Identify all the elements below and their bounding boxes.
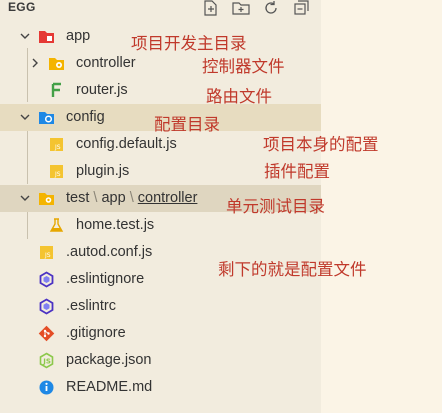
info-icon xyxy=(38,379,55,396)
svg-text:JS: JS xyxy=(42,358,51,366)
tree-label[interactable]: test xyxy=(66,190,89,206)
annotation-app: 项目开发主目录 xyxy=(131,34,247,53)
tree-label: home.test.js xyxy=(76,217,155,233)
editor-area xyxy=(321,0,442,413)
explorer-header[interactable]: EGG xyxy=(0,0,321,20)
svg-text:JS: JS xyxy=(44,252,51,259)
tree-label: app xyxy=(66,28,91,44)
tree-label: package.json xyxy=(66,352,152,368)
tree-label: README.md xyxy=(66,379,153,395)
tree-file-readme[interactable]: README.md xyxy=(0,374,321,401)
folder-config-icon xyxy=(38,109,55,126)
tree-file-package-json[interactable]: JS package.json xyxy=(0,347,321,374)
refresh-icon[interactable] xyxy=(262,0,280,16)
tree-label: plugin.js xyxy=(76,163,130,179)
annotation-controller: 控制器文件 xyxy=(202,57,285,76)
annotation-config: 配置目录 xyxy=(154,115,220,134)
nodejs-icon: JS xyxy=(38,352,55,369)
folder-test-icon xyxy=(38,190,55,207)
folder-controller-icon xyxy=(48,55,65,72)
js-file-icon: JS xyxy=(48,136,65,153)
router-file-icon xyxy=(48,82,65,99)
tree-label: .gitignore xyxy=(66,325,126,341)
tree-label-controller[interactable]: controller xyxy=(138,190,198,206)
chevron-down-icon xyxy=(18,110,32,124)
annotation-rest: 剩下的就是配置文件 xyxy=(218,260,367,279)
tree-file-eslintrc[interactable]: .eslintrc xyxy=(0,293,321,320)
annotation-router: 路由文件 xyxy=(206,87,272,106)
tree-label: .eslintignore xyxy=(66,271,145,287)
path-separator: \ xyxy=(93,190,98,206)
tree-file-router[interactable]: router.js xyxy=(0,77,321,104)
chevron-down-icon xyxy=(18,191,32,205)
new-folder-icon[interactable] xyxy=(232,0,250,16)
chevron-right-icon xyxy=(28,56,42,70)
js-file-icon: JS xyxy=(48,163,65,180)
collapse-all-icon[interactable] xyxy=(292,0,310,16)
folder-app-icon xyxy=(38,28,55,45)
tree-label: .autod.conf.js xyxy=(66,244,153,260)
tree-label: .eslintrc xyxy=(66,298,116,314)
eslint-icon xyxy=(38,298,55,315)
tree-label-app[interactable]: app xyxy=(101,190,125,206)
chevron-down-icon xyxy=(18,29,32,43)
test-file-icon xyxy=(48,217,65,234)
tree-label: config.default.js xyxy=(76,136,177,152)
tree-file-gitignore[interactable]: .gitignore xyxy=(0,320,321,347)
svg-text:JS: JS xyxy=(54,171,61,178)
annotation-plugin: 插件配置 xyxy=(264,162,330,181)
git-icon xyxy=(38,325,55,342)
tree-label: router.js xyxy=(76,82,128,98)
tree-label: controller xyxy=(76,55,136,71)
new-file-icon[interactable] xyxy=(202,0,220,16)
annotation-config-default: 项目本身的配置 xyxy=(263,135,379,154)
tree-label: config xyxy=(66,109,105,125)
eslint-icon xyxy=(38,271,55,288)
js-file-icon: JS xyxy=(38,244,55,261)
path-separator: \ xyxy=(129,190,134,206)
compact-folder-path: test \ app \ controller xyxy=(66,190,197,206)
svg-text:JS: JS xyxy=(54,144,61,151)
annotation-test: 单元测试目录 xyxy=(226,197,325,216)
workspace-title: EGG xyxy=(8,0,36,14)
